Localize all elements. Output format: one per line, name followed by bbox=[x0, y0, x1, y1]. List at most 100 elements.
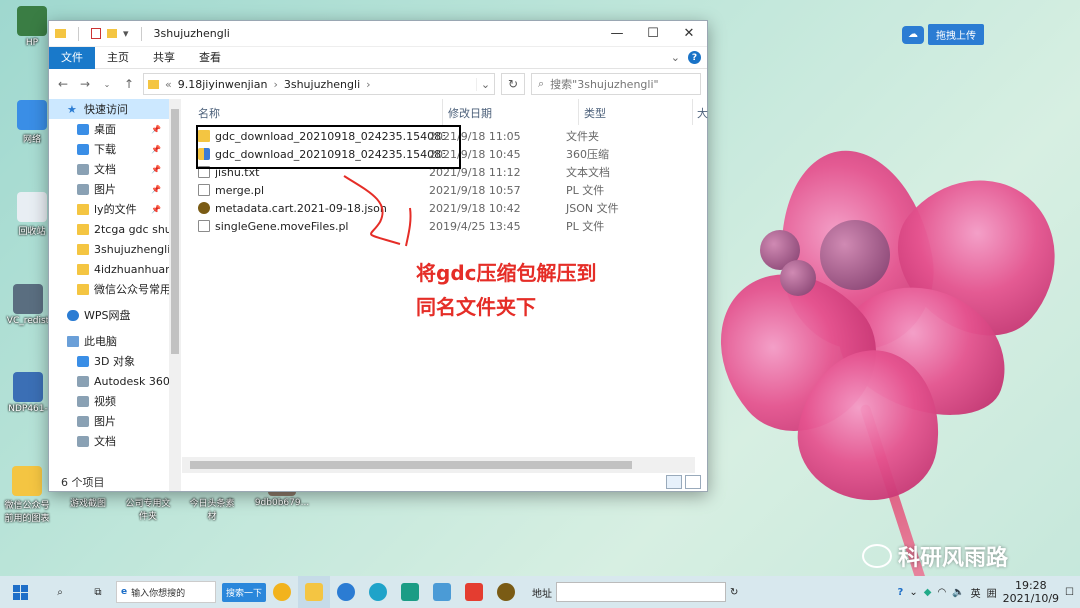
tab-share[interactable]: 共享 bbox=[141, 47, 187, 69]
maximize-button[interactable]: ☐ bbox=[635, 21, 671, 47]
tab-home[interactable]: 主页 bbox=[95, 47, 141, 69]
column-date[interactable]: 修改日期 bbox=[448, 105, 492, 121]
search-input[interactable] bbox=[550, 77, 681, 91]
sidebar-item[interactable]: Autodesk 360 bbox=[49, 371, 169, 391]
sidebar-item[interactable]: WPS网盘 bbox=[49, 305, 169, 325]
installer-icon bbox=[13, 372, 43, 402]
column-type[interactable]: 类型 bbox=[584, 105, 606, 121]
folder-icon bbox=[12, 466, 42, 496]
security-tray-icon[interactable]: ◆ bbox=[924, 587, 932, 598]
breadcrumb-item[interactable]: 3shujuzhengli bbox=[284, 78, 360, 91]
address-dropdown-icon[interactable]: ⌄ bbox=[476, 77, 494, 91]
drag-upload-button[interactable]: ☁ 拖拽上传 bbox=[902, 24, 984, 45]
minimize-button[interactable]: — bbox=[599, 21, 635, 47]
expand-ribbon-icon[interactable]: ⌄ bbox=[671, 51, 680, 64]
sidebar-item[interactable]: 4idzhuanhuang bbox=[49, 259, 169, 279]
baidu-cloud-icon: ☁ bbox=[902, 25, 924, 44]
taskbar-app-wps[interactable] bbox=[458, 576, 490, 608]
forward-button[interactable]: → bbox=[77, 77, 93, 91]
search-box[interactable]: ⌕ bbox=[531, 73, 701, 95]
search-icon: ⌕ bbox=[538, 77, 545, 90]
desktop-icon bbox=[77, 123, 89, 135]
file-icon bbox=[198, 184, 210, 196]
file-row[interactable]: singleGene.moveFiles.pl 2019/4/25 13:45 PL… bbox=[198, 217, 698, 235]
sidebar-item[interactable]: 微信公众号常用图 bbox=[49, 279, 169, 299]
window-title: 3shujuzhengli bbox=[153, 27, 230, 40]
address-bar[interactable]: « 9.18jiyinwenjian › 3shujuzhengli › ⌄ bbox=[143, 73, 495, 95]
help-icon[interactable]: ? bbox=[688, 51, 701, 64]
taskbar-app-2[interactable] bbox=[426, 576, 458, 608]
clock[interactable]: 19:28 2021/10/9 bbox=[1003, 579, 1059, 605]
refresh-button[interactable]: ↻ bbox=[501, 73, 525, 95]
desktop-icon-folder-2[interactable]: 游戏截图 bbox=[64, 496, 112, 509]
file-icon bbox=[198, 220, 210, 232]
address-toolbar-input[interactable] bbox=[556, 582, 727, 602]
sidebar-item[interactable]: 文档 📌 bbox=[49, 159, 169, 179]
taskbar-app-edge[interactable] bbox=[362, 576, 394, 608]
show-hidden-icons[interactable]: ⌄ bbox=[909, 587, 917, 598]
details-view-button[interactable] bbox=[666, 475, 682, 489]
tab-view[interactable]: 查看 bbox=[187, 47, 233, 69]
back-button[interactable]: ← bbox=[55, 77, 71, 91]
folder-icon bbox=[77, 263, 89, 275]
horizontal-scrollbar[interactable] bbox=[182, 457, 695, 473]
taskbar-search-box[interactable]: e 输入你想搜的 bbox=[116, 581, 216, 603]
desktop-icon-folder-1[interactable]: 微信公众号前用的图表 bbox=[2, 466, 52, 524]
sidebar-item[interactable]: 3shujuzhengli bbox=[49, 239, 169, 259]
breadcrumb-item[interactable]: 9.18jiyinwenjian bbox=[178, 78, 268, 91]
video-icon bbox=[77, 395, 89, 407]
taskbar: ⌕ ⧉ e 输入你想搜的 搜索一下 地址 ↻ ? ⌄ ◆ ◠ 🔈 英 囲 19:… bbox=[0, 576, 1080, 608]
ime-indicator[interactable]: 英 bbox=[971, 585, 981, 600]
new-folder-icon[interactable] bbox=[107, 29, 117, 38]
close-button[interactable]: ✕ bbox=[671, 21, 707, 47]
desktop-icon-folder-4[interactable]: 今日头条素材 bbox=[188, 496, 236, 522]
folder-icon bbox=[148, 79, 159, 89]
column-name[interactable]: 名称 bbox=[198, 105, 220, 121]
installer-icon bbox=[13, 284, 43, 314]
sidebar-item[interactable]: 文档 bbox=[49, 431, 169, 451]
taskbar-app-explorer[interactable] bbox=[298, 576, 331, 608]
help-tray-icon[interactable]: ? bbox=[898, 587, 904, 598]
task-view-button[interactable]: ⧉ bbox=[80, 576, 116, 608]
properties-icon[interactable] bbox=[91, 28, 101, 39]
desktop-icon-folder-3[interactable]: 公司专用文件夹 bbox=[124, 496, 172, 522]
watermark: 科研风雨路 bbox=[862, 540, 1008, 572]
sidebar-item[interactable]: 视频 bbox=[49, 391, 169, 411]
item-count: 6 个项目 bbox=[61, 476, 105, 489]
taskbar-app-1[interactable] bbox=[394, 576, 426, 608]
volume-icon[interactable]: 🔈 bbox=[952, 587, 964, 598]
sidebar-item[interactable]: ly的文件 📌 bbox=[49, 199, 169, 219]
sidebar-item[interactable]: 图片 bbox=[49, 411, 169, 431]
wifi-icon[interactable]: ◠ bbox=[937, 587, 946, 598]
search-button[interactable]: ⌕ bbox=[40, 576, 80, 608]
taskbar-app-3[interactable] bbox=[490, 576, 522, 608]
tab-file[interactable]: 文件 bbox=[49, 46, 95, 69]
sidebar-item[interactable]: ★ 快速访问 bbox=[49, 99, 169, 119]
up-button[interactable]: ↑ bbox=[121, 77, 137, 91]
notification-icon[interactable]: ☐ bbox=[1065, 587, 1074, 598]
ime-mode-icon[interactable]: 囲 bbox=[987, 585, 997, 600]
pin-icon: 📌 bbox=[151, 164, 161, 174]
sidebar-item[interactable]: 2tcga gdc shuju bbox=[49, 219, 169, 239]
file-row[interactable]: metadata.cart.2021-09-18.json 2021/9/18 1… bbox=[198, 199, 698, 217]
sidebar-item[interactable]: 图片 📌 bbox=[49, 179, 169, 199]
large-icons-view-button[interactable] bbox=[685, 475, 701, 489]
sidebar-item[interactable]: 桌面 📌 bbox=[49, 119, 169, 139]
nav-scrollbar[interactable] bbox=[169, 99, 181, 491]
taskbar-app-chrome[interactable] bbox=[266, 576, 298, 608]
sidebar-item[interactable]: 此电脑 bbox=[49, 331, 169, 351]
customize-toolbar-icon[interactable]: ▾ bbox=[123, 27, 129, 40]
file-date: 2021/9/18 10:42 bbox=[429, 201, 521, 215]
sidebar-item[interactable]: 3D 对象 bbox=[49, 351, 169, 371]
column-size[interactable]: 大 bbox=[697, 105, 708, 121]
taskbar-search-button[interactable]: 搜索一下 bbox=[222, 582, 267, 602]
file-row[interactable]: merge.pl 2021/9/18 10:57 PL 文件 bbox=[198, 181, 698, 199]
address-go-icon[interactable]: ↻ bbox=[730, 587, 738, 598]
start-button[interactable] bbox=[0, 576, 40, 608]
network-icon bbox=[17, 100, 47, 130]
sidebar-item[interactable]: 下载 📌 bbox=[49, 139, 169, 159]
recent-locations-icon[interactable]: ⌄ bbox=[99, 80, 115, 89]
taskbar-app-baidu-netdisk[interactable] bbox=[330, 576, 362, 608]
desktop-icon-vc-redist[interactable]: VC_redist bbox=[4, 284, 52, 326]
desktop-icon-ndp461[interactable]: NDP461- bbox=[4, 372, 52, 414]
